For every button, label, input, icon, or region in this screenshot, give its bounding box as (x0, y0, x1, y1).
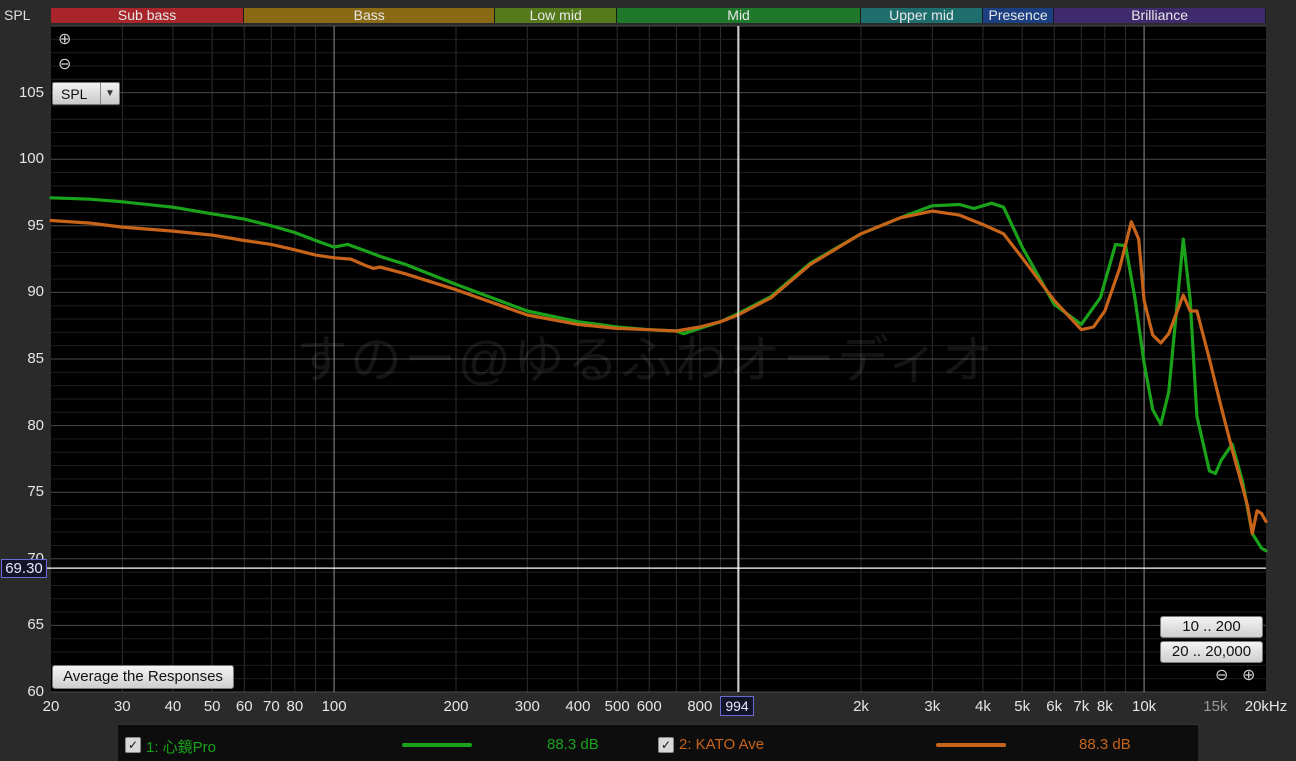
x-tick-label: 100 (321, 698, 347, 715)
x-tick-label: 7k (1073, 698, 1090, 715)
x-tick-label: 2k (853, 698, 869, 715)
x-tick-label: 30 (113, 698, 131, 715)
cursor-y-readout: 69.30 (1, 559, 47, 578)
rew-spl-graph-window: SPL Sub bass Bass Low mid Mid Upper mid Prese… (0, 0, 1296, 761)
series-2-checkbox[interactable]: ✓ (658, 737, 674, 753)
x-tick-label: 200 (443, 698, 469, 715)
x-tick-label: 20kHz (1244, 698, 1288, 715)
y-tick-label: 65 (27, 616, 44, 634)
x-tick-label: 400 (565, 698, 591, 715)
average-responses-button[interactable]: Average the Responses (52, 665, 234, 689)
range-20-20000-button[interactable]: 20 .. 20,000 (1160, 641, 1263, 663)
x-tick-label: 20 (42, 698, 60, 715)
x-tick-label: 40 (164, 698, 182, 715)
x-tick-label: 300 (514, 698, 540, 715)
x-tick-label: 600 (636, 698, 662, 715)
x-tick-label: 60 (235, 698, 253, 715)
x-tick-label: 3k (924, 698, 941, 715)
series-1-checkbox[interactable]: ✓ (125, 737, 141, 753)
series-2-swatch (936, 743, 1006, 747)
series-2-name: 2: KATO Ave (679, 736, 765, 753)
zoom-in-icon[interactable]: ⊕ (58, 32, 71, 48)
x-zoom-in-icon[interactable]: ⊕ (1242, 668, 1255, 684)
x-tick-label: 6k (1046, 698, 1063, 715)
x-tick-label: 50 (203, 698, 221, 715)
watermark: すのー@ゆるふわオーディオ (296, 332, 996, 390)
range-10-200-button[interactable]: 10 .. 200 (1160, 616, 1263, 638)
x-tick-label: 70 (263, 698, 280, 715)
series-2-level: 88.3 dB (1079, 736, 1131, 753)
x-tick-label: 800 (687, 698, 713, 715)
zoom-out-icon[interactable]: ⊖ (58, 57, 71, 73)
y-tick-label: 75 (27, 483, 44, 501)
y-tick-label: 100 (18, 150, 44, 168)
x-tick-label: 500 (604, 698, 630, 715)
y-unit-select[interactable]: SPL ▼ (52, 82, 120, 105)
x-tick-label: 15k (1203, 698, 1228, 715)
series-1-swatch (402, 743, 472, 747)
x-tick-label: 8k (1096, 698, 1113, 715)
legend-bar: ✓ 1: 心鏡Pro 88.3 dB ✓ 2: KATO Ave 88.3 dB (118, 724, 1198, 761)
chevron-down-icon: ▼ (100, 83, 119, 104)
x-tick-label: 5k (1014, 698, 1031, 715)
y-tick-label: 95 (27, 216, 44, 234)
series-1-name: 1: 心鏡Pro (146, 739, 217, 756)
x-tick-label: 4k (974, 698, 991, 715)
y-tick-label: 60 (27, 683, 44, 700)
y-tick-label: 85 (27, 350, 44, 367)
x-tick-label: 10k (1131, 698, 1157, 715)
y-tick-label: 105 (18, 83, 44, 101)
y-tick-label: 90 (27, 283, 44, 301)
cursor-x-readout: 994 (720, 696, 754, 716)
x-tick-label: 80 (286, 698, 304, 715)
series-1-level: 88.3 dB (547, 736, 599, 753)
x-zoom-out-icon[interactable]: ⊖ (1215, 668, 1228, 684)
y-unit-select-value: SPL (61, 86, 88, 102)
y-tick-label: 80 (27, 416, 44, 434)
